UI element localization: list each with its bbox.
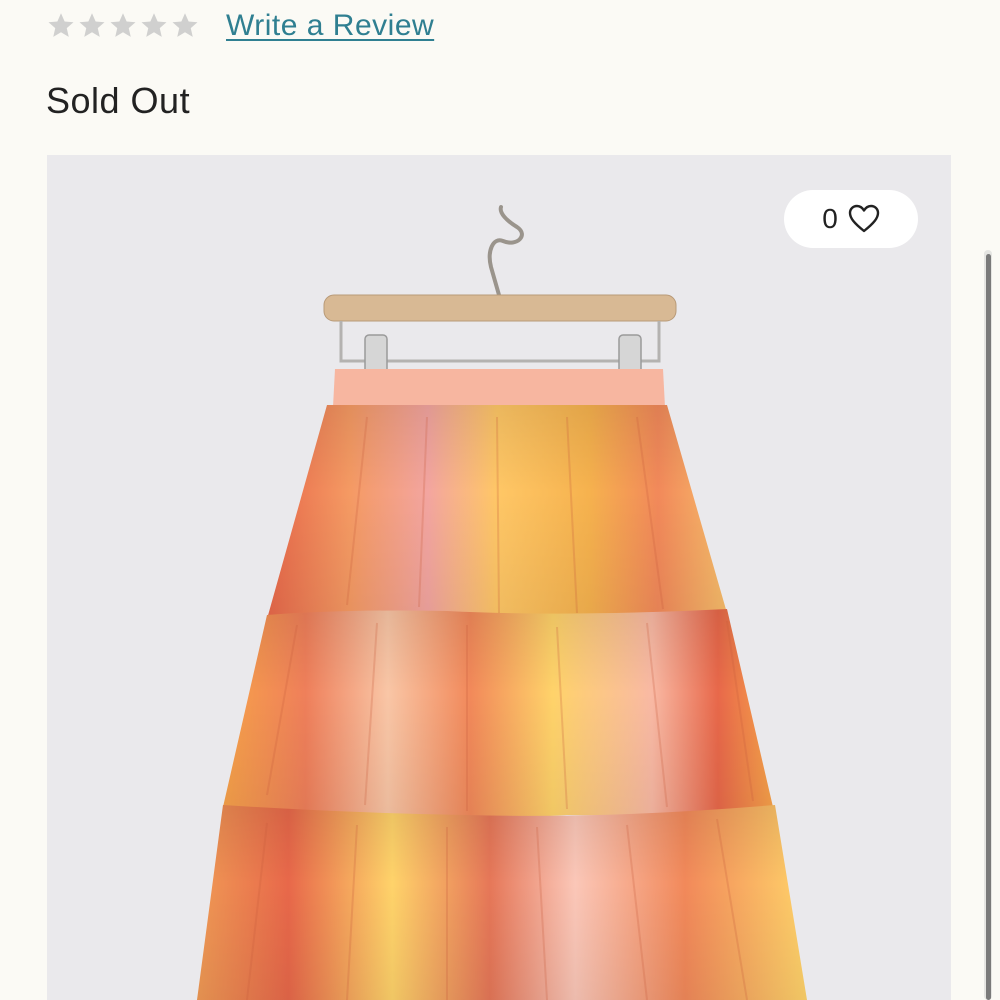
vertical-scrollbar-thumb[interactable] [986, 254, 991, 1000]
star-icon [108, 11, 138, 41]
star-icon [139, 11, 169, 41]
favorite-count: 0 [822, 203, 838, 234]
rating-stars [46, 11, 200, 41]
write-review-link[interactable]: Write a Review [226, 9, 434, 43]
star-icon [46, 11, 76, 41]
availability-status: Sold Out [46, 80, 191, 121]
star-icon [170, 11, 200, 41]
heart-outline-icon [848, 204, 880, 234]
star-icon [77, 11, 107, 41]
product-image[interactable] [47, 155, 951, 1000]
rating-row: Write a Review [46, 6, 434, 46]
product-image-graphic [47, 155, 951, 1000]
favorite-button[interactable]: 0 [784, 190, 918, 248]
